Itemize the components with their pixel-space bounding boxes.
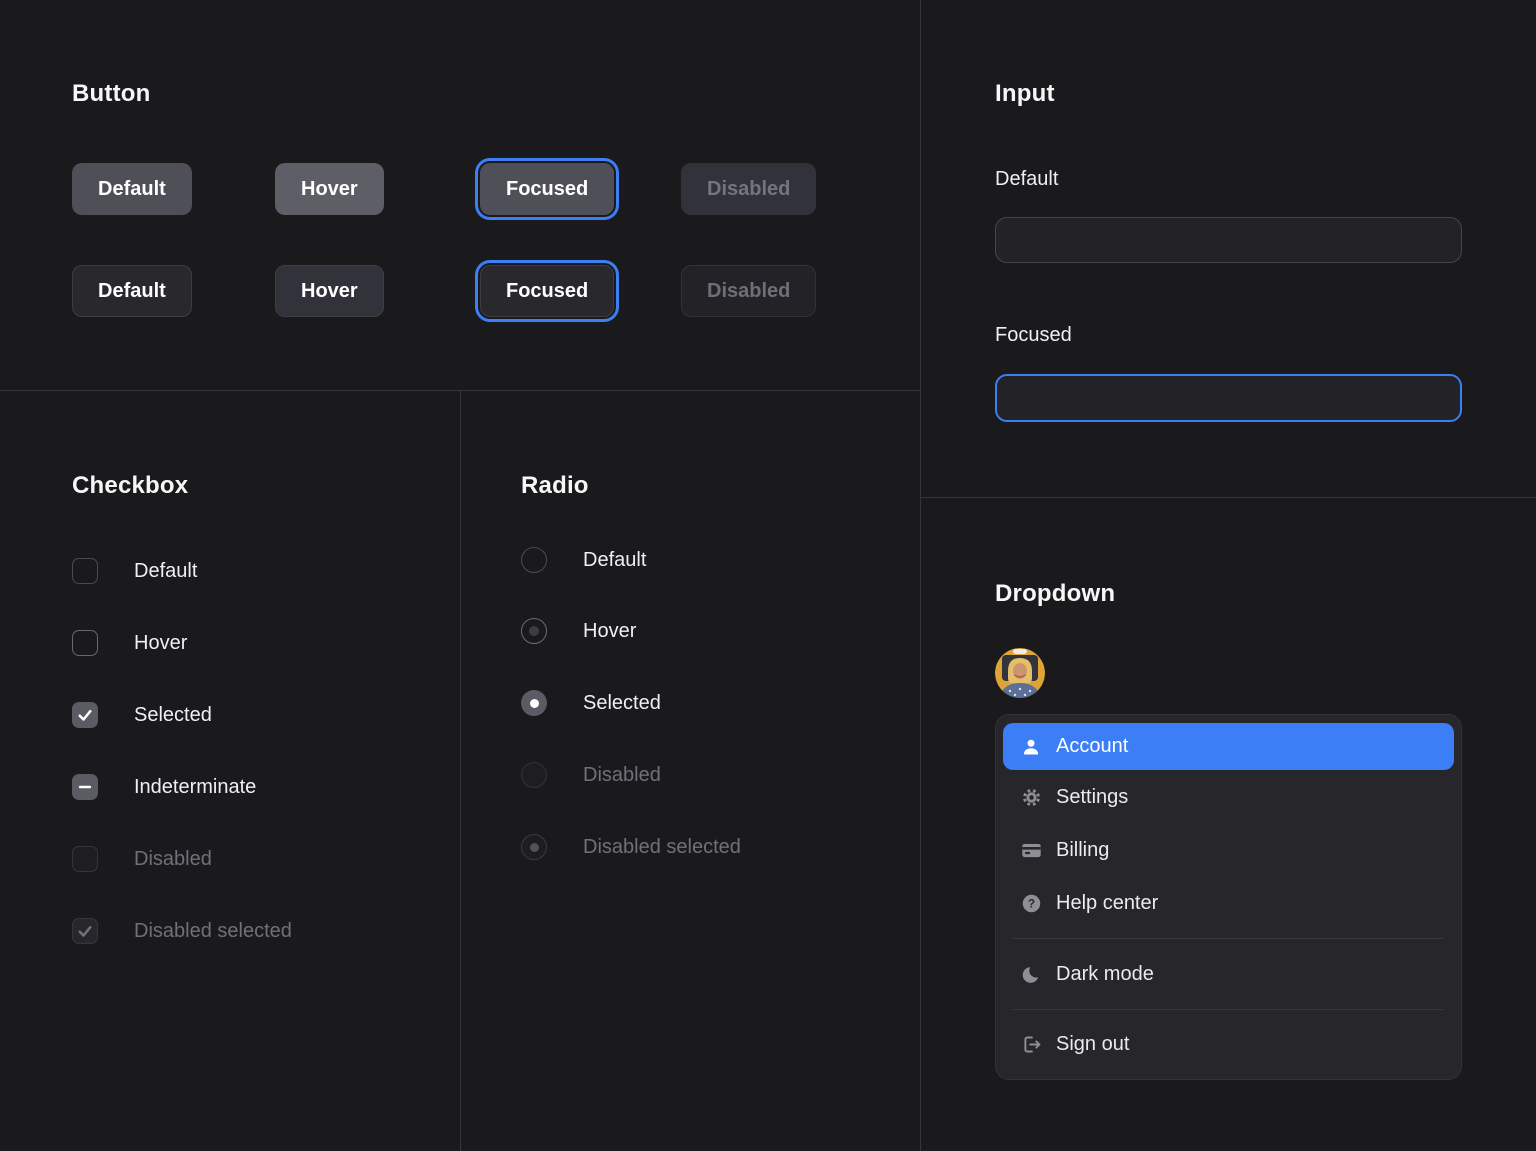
checkbox-item: Indeterminate xyxy=(72,774,256,800)
horizontal-divider xyxy=(921,497,1536,498)
button-hover[interactable]: Hover xyxy=(275,163,384,215)
checkbox-label: Disabled selected xyxy=(134,920,292,943)
checkbox-label: Disabled xyxy=(134,848,212,871)
radio-label: Selected xyxy=(583,692,661,715)
checkbox-disabled-selected xyxy=(72,918,98,944)
checkbox-disabled xyxy=(72,846,98,872)
radio-selected[interactable] xyxy=(521,690,547,716)
radio-item: Disabled selected xyxy=(521,834,741,860)
menu-divider xyxy=(1013,938,1444,939)
menu-item-label: Sign out xyxy=(1056,1033,1129,1056)
input-focused-label: Focused xyxy=(995,324,1072,347)
radio-label: Disabled selected xyxy=(583,836,741,859)
radio-section-title: Radio xyxy=(521,472,589,500)
svg-text:?: ? xyxy=(1027,897,1034,911)
radio-label: Default xyxy=(583,549,646,572)
checkbox-label: Indeterminate xyxy=(134,776,256,799)
gear-icon xyxy=(1020,786,1042,808)
menu-item-account[interactable]: Account xyxy=(1003,723,1454,770)
checkbox-item: Selected xyxy=(72,702,212,728)
moon-icon xyxy=(1020,963,1042,985)
radio-item: Default xyxy=(521,547,646,573)
sign-out-icon xyxy=(1020,1033,1042,1055)
input-section-title: Input xyxy=(995,80,1055,108)
radio-default[interactable] xyxy=(521,547,547,573)
radio-hover[interactable] xyxy=(521,618,547,644)
input-default-label: Default xyxy=(995,168,1058,191)
indeterminate-dash-icon xyxy=(76,778,94,796)
checkbox-default[interactable] xyxy=(72,558,98,584)
menu-item-sign-out[interactable]: Sign out xyxy=(1003,1018,1454,1071)
button-disabled: Disabled xyxy=(681,163,816,215)
checkmark-icon xyxy=(76,922,94,940)
text-input-default[interactable] xyxy=(995,217,1462,263)
menu-item-billing[interactable]: Billing xyxy=(1003,824,1454,877)
radio-item: Hover xyxy=(521,618,636,644)
dropdown-section-title: Dropdown xyxy=(995,580,1115,608)
button-secondary-disabled: Disabled xyxy=(681,265,816,317)
checkbox-item: Disabled xyxy=(72,846,212,872)
avatar-image xyxy=(995,648,1045,698)
checkbox-label: Hover xyxy=(134,632,187,655)
text-input-focused[interactable] xyxy=(995,374,1462,422)
button-secondary-focused[interactable]: Focused xyxy=(480,265,614,317)
button-secondary-default[interactable]: Default xyxy=(72,265,192,317)
credit-card-icon xyxy=(1020,839,1042,861)
button-default[interactable]: Default xyxy=(72,163,192,215)
menu-item-label: Dark mode xyxy=(1056,963,1154,986)
user-icon xyxy=(1020,736,1042,758)
button-section-title: Button xyxy=(72,80,151,108)
radio-disabled-selected xyxy=(521,834,547,860)
menu-item-settings[interactable]: Settings xyxy=(1003,770,1454,823)
checkbox-section-title: Checkbox xyxy=(72,472,188,500)
button-focused[interactable]: Focused xyxy=(480,163,614,215)
component-library-page: Button Default Hover Focused Disabled De… xyxy=(0,0,1536,1151)
menu-item-label: Settings xyxy=(1056,786,1128,809)
menu-item-dark-mode[interactable]: Dark mode xyxy=(1003,947,1454,1000)
dropdown-menu: Account Settings Billing xyxy=(995,714,1462,1080)
checkbox-label: Selected xyxy=(134,704,212,727)
avatar[interactable] xyxy=(995,648,1045,698)
help-icon: ? xyxy=(1020,893,1042,915)
checkbox-item: Hover xyxy=(72,630,187,656)
radio-label: Hover xyxy=(583,620,636,643)
menu-item-label: Help center xyxy=(1056,892,1158,915)
checkbox-selected[interactable] xyxy=(72,702,98,728)
menu-divider xyxy=(1013,1009,1444,1010)
radio-item: Selected xyxy=(521,690,661,716)
menu-item-help-center[interactable]: ? Help center xyxy=(1003,877,1454,930)
checkbox-label: Default xyxy=(134,560,197,583)
checkbox-item: Disabled selected xyxy=(72,918,292,944)
checkbox-hover[interactable] xyxy=(72,630,98,656)
vertical-divider xyxy=(920,0,921,1151)
radio-item: Disabled xyxy=(521,762,661,788)
checkbox-indeterminate[interactable] xyxy=(72,774,98,800)
menu-item-label: Account xyxy=(1056,735,1128,758)
radio-disabled xyxy=(521,762,547,788)
checkmark-icon xyxy=(76,706,94,724)
radio-label: Disabled xyxy=(583,764,661,787)
vertical-divider xyxy=(460,390,461,1151)
checkbox-item: Default xyxy=(72,558,197,584)
menu-item-label: Billing xyxy=(1056,839,1109,862)
button-secondary-hover[interactable]: Hover xyxy=(275,265,384,317)
